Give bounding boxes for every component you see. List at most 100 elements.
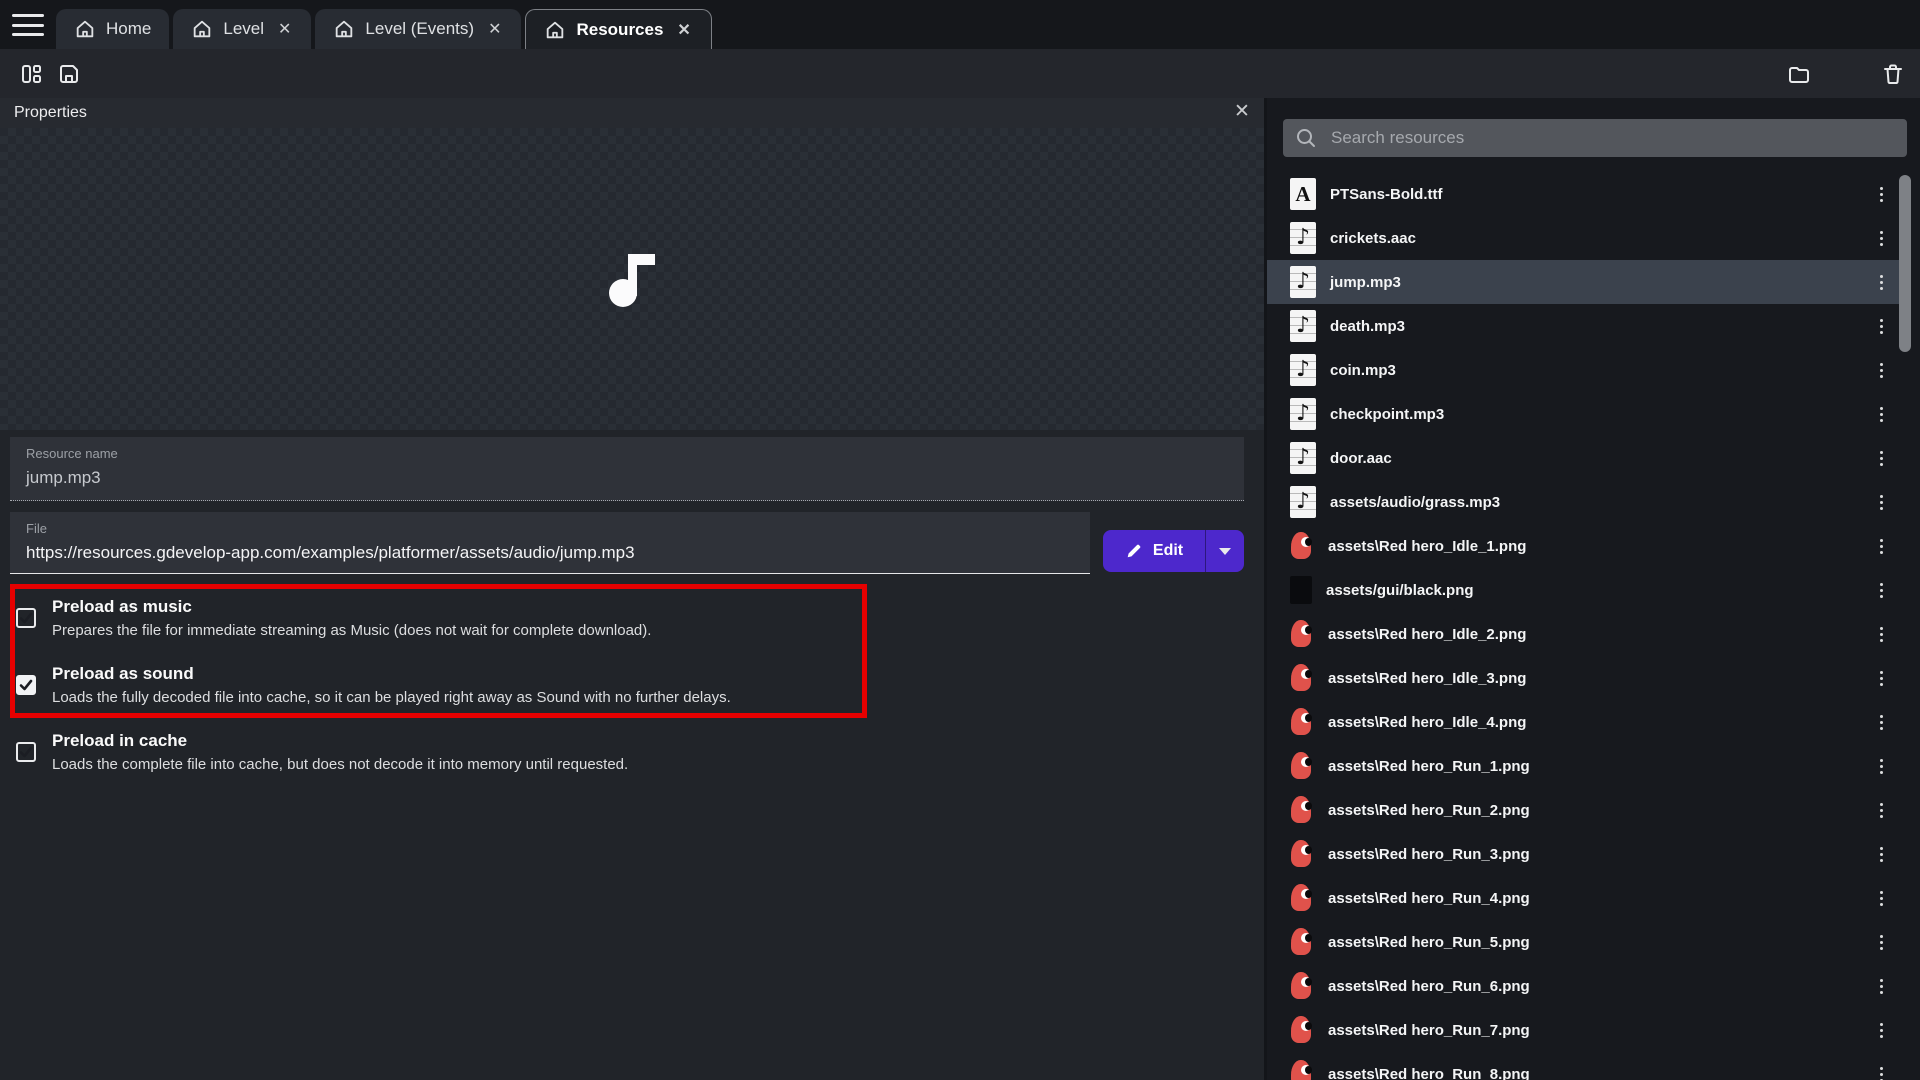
resource-list-item[interactable]: ♪ death.mp3: [1267, 304, 1902, 348]
option-title: Preload in cache: [52, 731, 628, 751]
sprite-thumbnail-icon: [1290, 1014, 1314, 1046]
resource-name-field[interactable]: Resource name jump.mp3: [10, 437, 1244, 501]
home-icon: [333, 18, 355, 40]
kebab-menu-icon[interactable]: [1866, 979, 1896, 994]
resource-list-item[interactable]: assets\Red hero_Run_6.png: [1267, 964, 1902, 1008]
tab-label: Home: [106, 19, 151, 39]
resource-filename: checkpoint.mp3: [1330, 406, 1866, 423]
kebab-menu-icon[interactable]: [1866, 627, 1896, 642]
resource-filename: assets\Red hero_Run_7.png: [1328, 1022, 1866, 1039]
resource-list: A PTSans-Bold.ttf ♪ crickets.aac ♪ jump.…: [1267, 172, 1902, 1080]
kebab-menu-icon[interactable]: [1866, 759, 1896, 774]
resource-list-item[interactable]: assets\Red hero_Run_7.png: [1267, 1008, 1902, 1052]
resource-list-item[interactable]: ♪ door.aac: [1267, 436, 1902, 480]
tab-label: Resources: [576, 20, 663, 40]
kebab-menu-icon[interactable]: [1866, 275, 1896, 290]
close-icon[interactable]: ✕: [1234, 100, 1250, 123]
main-toolbar: Preview Publish: [0, 49, 1920, 98]
tab-close-icon[interactable]: ✕: [486, 19, 503, 39]
kebab-menu-icon[interactable]: [1866, 539, 1896, 554]
sprite-thumbnail-icon: [1290, 838, 1314, 870]
trash-icon[interactable]: [1880, 61, 1906, 87]
kebab-menu-icon[interactable]: [1866, 1023, 1896, 1038]
resource-list-item[interactable]: assets\Red hero_Run_8.png: [1267, 1052, 1902, 1080]
kebab-menu-icon[interactable]: [1866, 847, 1896, 862]
save-icon[interactable]: [56, 61, 82, 87]
music-note-icon: [609, 251, 655, 307]
resource-list-item[interactable]: ♪ crickets.aac: [1267, 216, 1902, 260]
resource-list-item[interactable]: A PTSans-Bold.ttf: [1267, 172, 1902, 216]
resource-list-item[interactable]: ♪ assets/audio/grass.mp3: [1267, 480, 1902, 524]
audio-file-icon: ♪: [1290, 442, 1316, 474]
checkbox[interactable]: [16, 608, 36, 628]
sprite-thumbnail-icon: [1290, 706, 1314, 738]
option-description: Loads the fully decoded file into cache,…: [52, 689, 731, 706]
file-url-field[interactable]: File https://resources.gdevelop-app.com/…: [10, 512, 1090, 574]
edit-dropdown-arrow[interactable]: [1206, 530, 1244, 572]
checkbox[interactable]: [16, 675, 36, 695]
kebab-menu-icon[interactable]: [1866, 803, 1896, 818]
audio-file-icon: ♪: [1290, 222, 1316, 254]
sprite-thumbnail-icon: [1290, 530, 1314, 562]
pencil-icon: [1125, 542, 1143, 560]
kebab-menu-icon[interactable]: [1866, 935, 1896, 950]
tab-level-events-[interactable]: Level (Events) ✕: [315, 9, 521, 49]
kebab-menu-icon[interactable]: [1866, 583, 1896, 598]
resource-filename: assets\Red hero_Idle_4.png: [1328, 714, 1866, 731]
resource-list-item[interactable]: assets\Red hero_Idle_1.png: [1267, 524, 1902, 568]
resource-list-item[interactable]: assets\Red hero_Run_3.png: [1267, 832, 1902, 876]
kebab-menu-icon[interactable]: [1866, 187, 1896, 202]
tab-close-icon[interactable]: ✕: [276, 19, 293, 39]
resource-list-item[interactable]: assets/gui/black.png: [1267, 568, 1902, 612]
resource-list-item[interactable]: assets\Red hero_Run_5.png: [1267, 920, 1902, 964]
properties-header: Properties ✕: [0, 98, 1264, 128]
tab-close-icon[interactable]: ✕: [675, 20, 692, 40]
kebab-menu-icon[interactable]: [1866, 407, 1896, 422]
resource-list-item[interactable]: assets\Red hero_Idle_4.png: [1267, 700, 1902, 744]
resource-list-item[interactable]: assets\Red hero_Run_2.png: [1267, 788, 1902, 832]
resource-list-item[interactable]: assets\Red hero_Idle_2.png: [1267, 612, 1902, 656]
resource-list-item[interactable]: ♪ coin.mp3: [1267, 348, 1902, 392]
audio-file-icon: ♪: [1290, 354, 1316, 386]
kebab-menu-icon[interactable]: [1866, 231, 1896, 246]
checkbox[interactable]: [16, 742, 36, 762]
resource-filename: death.mp3: [1330, 318, 1866, 335]
font-file-icon: A: [1290, 178, 1316, 210]
panel-title: Properties: [14, 104, 87, 122]
home-icon: [544, 19, 566, 41]
panels-layout-icon[interactable]: [18, 61, 44, 87]
preload-option-row: Preload as music Prepares the file for i…: [10, 584, 1020, 651]
resource-filename: assets\Red hero_Run_5.png: [1328, 934, 1866, 951]
kebab-menu-icon[interactable]: [1866, 495, 1896, 510]
edit-button[interactable]: Edit: [1103, 530, 1244, 572]
resource-list-item[interactable]: assets\Red hero_Run_1.png: [1267, 744, 1902, 788]
kebab-menu-icon[interactable]: [1866, 891, 1896, 906]
resource-list-item[interactable]: assets\Red hero_Run_4.png: [1267, 876, 1902, 920]
preload-option-row: Preload as sound Loads the fully decoded…: [10, 651, 1020, 718]
folder-icon[interactable]: [1786, 61, 1812, 87]
resource-list-item[interactable]: ♪ checkpoint.mp3: [1267, 392, 1902, 436]
kebab-menu-icon[interactable]: [1866, 451, 1896, 466]
tab-resources[interactable]: Resources ✕: [525, 9, 711, 49]
tab-home[interactable]: Home: [56, 9, 169, 49]
search-input[interactable]: Search resources: [1283, 119, 1907, 157]
resource-filename: assets\Red hero_Idle_2.png: [1328, 626, 1866, 643]
resource-list-item[interactable]: ♪ jump.mp3: [1267, 260, 1902, 304]
search-icon: [1295, 127, 1317, 149]
scrollbar-thumb[interactable]: [1899, 175, 1911, 352]
sprite-thumbnail-icon: [1290, 970, 1314, 1002]
edit-button-label: Edit: [1153, 542, 1183, 560]
tab-level[interactable]: Level ✕: [173, 9, 311, 49]
gdevelop-window: Home Level ✕ Level (Events) ✕ Resources …: [0, 0, 1920, 1080]
kebab-menu-icon[interactable]: [1866, 1067, 1896, 1080]
hamburger-menu-icon[interactable]: [12, 14, 44, 36]
resource-filename: assets\Red hero_Run_1.png: [1328, 758, 1866, 775]
kebab-menu-icon[interactable]: [1866, 671, 1896, 686]
preload-option-row: Preload in cache Loads the complete file…: [10, 718, 1020, 785]
kebab-menu-icon[interactable]: [1866, 715, 1896, 730]
resource-list-item[interactable]: assets\Red hero_Idle_3.png: [1267, 656, 1902, 700]
resources-panel: Search resources A PTSans-Bold.ttf ♪ cri…: [1267, 98, 1920, 1080]
kebab-menu-icon[interactable]: [1866, 319, 1896, 334]
kebab-menu-icon[interactable]: [1866, 363, 1896, 378]
audio-file-icon: ♪: [1290, 486, 1316, 518]
